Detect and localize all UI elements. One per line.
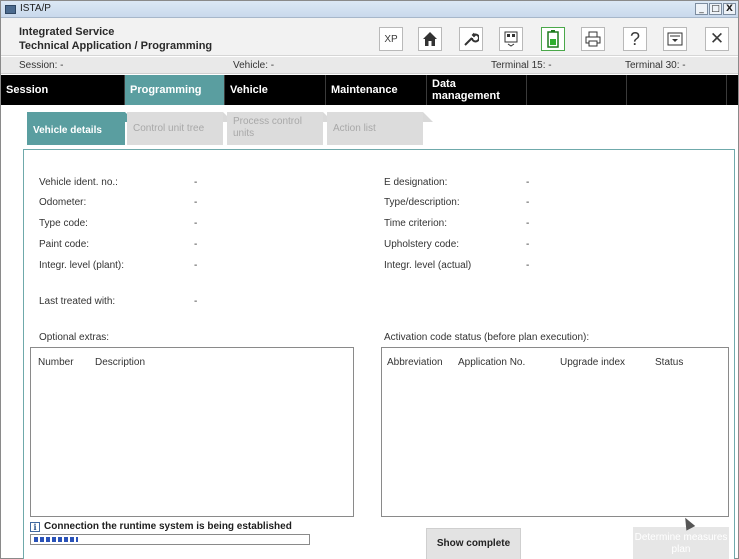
nav-session[interactable]: Session	[1, 75, 125, 105]
e-designation-label: E designation:	[384, 177, 448, 188]
print-icon-glyph	[585, 31, 601, 47]
wrench-icon[interactable]	[459, 27, 483, 51]
tab-action-list[interactable]: Action list	[327, 112, 433, 145]
tab-process-control-units[interactable]: Process control units	[227, 112, 333, 145]
home-icon[interactable]	[418, 27, 442, 51]
e-designation-value: -	[526, 177, 530, 188]
app-window: ISTA/P _ □ X Integrated Service Technica…	[0, 0, 739, 559]
upholstery-code-value: -	[526, 239, 530, 250]
wrench-icon-glyph	[464, 32, 479, 46]
last-treated-label: Last treated with:	[39, 296, 116, 307]
battery-icon-glyph	[547, 30, 559, 48]
dropdown-icon-glyph	[667, 32, 683, 46]
status-row: Session: - Vehicle: - Terminal 15: - Ter…	[1, 57, 738, 74]
close-icon[interactable]: ✕	[705, 27, 729, 51]
integr-level-plant-label: Integr. level (plant):	[39, 260, 125, 271]
tab-vehicle-details[interactable]: Vehicle details	[27, 112, 135, 145]
ecu-icon[interactable]	[499, 27, 523, 51]
session-status: Session: -	[19, 60, 64, 71]
integr-level-actual-label: Integr. level (actual)	[384, 260, 472, 271]
progress-fill	[34, 537, 78, 542]
type-code-value: -	[194, 218, 198, 229]
nav-data-management[interactable]: Data management	[427, 75, 527, 105]
nav-programming[interactable]: Programming	[125, 75, 225, 105]
column-header-number[interactable]: Number	[38, 357, 74, 368]
xp-button[interactable]: XP	[379, 27, 403, 51]
type-description-label: Type/description:	[384, 197, 460, 208]
column-header-status[interactable]: Status	[655, 357, 683, 368]
connection-status-text: Connection the runtime system is being e…	[44, 521, 292, 532]
integr-level-plant-value: -	[194, 260, 198, 271]
time-criterion-value: -	[526, 218, 530, 229]
vin-label: Vehicle ident. no.:	[39, 177, 118, 188]
home-icon-glyph	[423, 32, 437, 46]
ecu-icon-glyph	[504, 31, 518, 47]
vehicle-status: Vehicle: -	[233, 60, 275, 71]
upholstery-code-label: Upholstery code:	[384, 239, 460, 250]
app-icon	[5, 5, 16, 14]
activation-status-table[interactable]: Abbreviation Application No. Upgrade ind…	[381, 347, 729, 517]
window-title: ISTA/P	[20, 3, 51, 14]
column-header-upgrade-index[interactable]: Upgrade index	[560, 357, 625, 368]
time-criterion-label: Time criterion:	[384, 218, 447, 229]
help-icon[interactable]: ?	[623, 27, 647, 51]
print-icon[interactable]	[581, 27, 605, 51]
terminal30-status: Terminal 30: -	[625, 60, 686, 71]
odometer-value: -	[194, 197, 198, 208]
column-header-abbreviation[interactable]: Abbreviation	[387, 357, 443, 368]
nav-maintenance[interactable]: Maintenance	[326, 75, 427, 105]
integr-level-actual-value: -	[526, 260, 530, 271]
vin-value: -	[194, 177, 198, 188]
determine-measures-plan-button[interactable]: Determine measures plan	[633, 527, 729, 559]
brand-line-1: Integrated Service	[19, 26, 115, 38]
paint-code-value: -	[194, 239, 198, 250]
optional-extras-table[interactable]: Number Description	[30, 347, 354, 517]
nav-vehicle[interactable]: Vehicle	[225, 75, 326, 105]
maximize-button[interactable]: □	[709, 3, 722, 15]
type-code-label: Type code:	[39, 218, 88, 229]
title-bar: ISTA/P _ □ X	[1, 1, 738, 18]
brand-line-2: Technical Application / Programming	[19, 40, 213, 52]
nav-empty-slot	[527, 75, 627, 105]
paint-code-label: Paint code:	[39, 239, 90, 250]
type-description-value: -	[526, 197, 530, 208]
show-complete-button[interactable]: Show complete	[426, 528, 521, 559]
nav-empty-slot	[627, 75, 727, 105]
activation-status-title: Activation code status (before plan exec…	[384, 332, 590, 343]
tab-control-unit-tree[interactable]: Control unit tree	[127, 112, 233, 145]
info-icon: i	[30, 522, 40, 532]
app-header: Integrated Service Technical Application…	[1, 18, 738, 56]
last-treated-value: -	[194, 296, 198, 307]
terminal15-status: Terminal 15: -	[491, 60, 552, 71]
close-window-button[interactable]: X	[723, 3, 736, 15]
main-nav: Session Programming Vehicle Maintenance …	[1, 75, 738, 105]
column-header-application-no[interactable]: Application No.	[458, 357, 525, 368]
column-header-description[interactable]: Description	[95, 357, 145, 368]
minimize-button[interactable]: _	[695, 3, 708, 15]
dropdown-icon[interactable]	[663, 27, 687, 51]
optional-extras-title: Optional extras:	[39, 332, 110, 343]
battery-icon[interactable]	[541, 27, 565, 51]
odometer-label: Odometer:	[39, 197, 87, 208]
connection-progress-bar	[30, 534, 310, 545]
